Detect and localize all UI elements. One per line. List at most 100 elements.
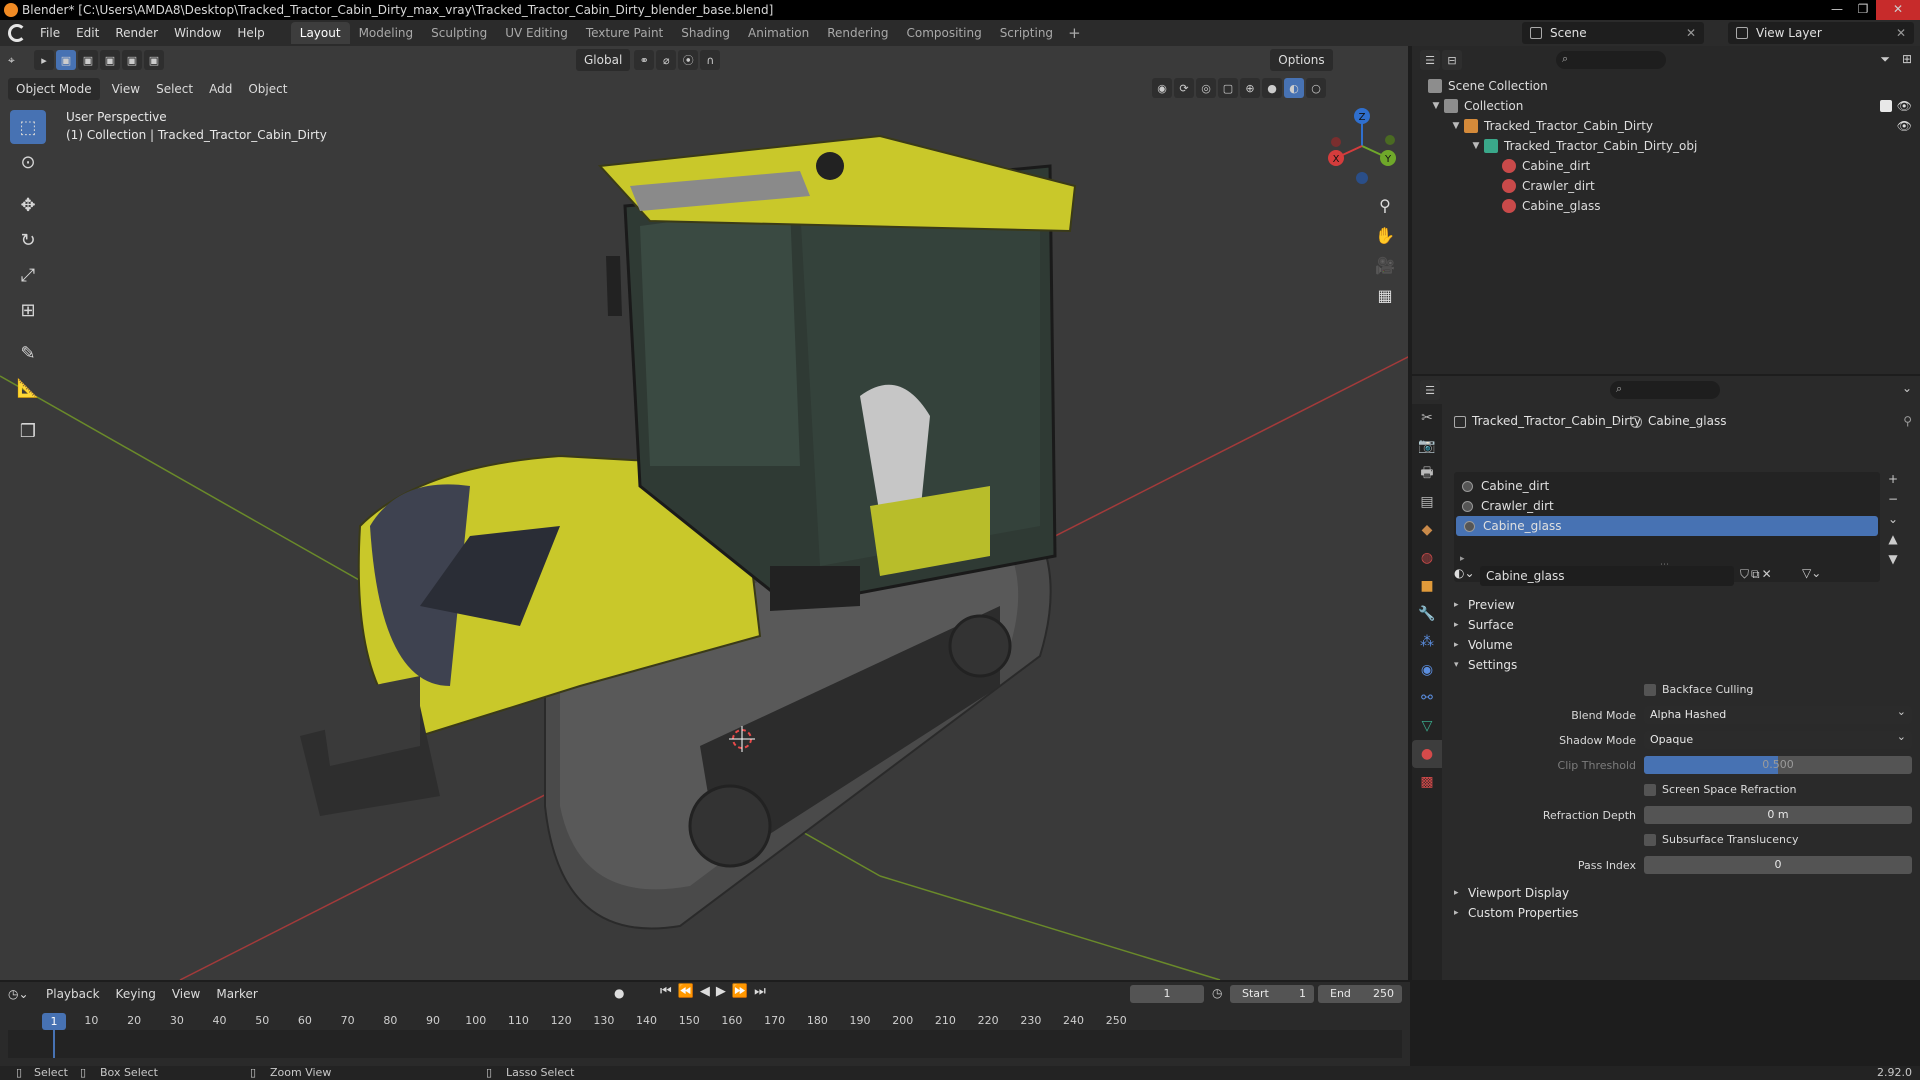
refraction-depth-field[interactable]: 0 m: [1644, 806, 1912, 824]
ortho-grid-icon[interactable]: ▦: [1372, 282, 1398, 308]
sss-checkbox[interactable]: [1644, 834, 1656, 846]
panel-preview[interactable]: ▸ Preview: [1454, 594, 1515, 616]
particles-tab-icon[interactable]: ⁂: [1412, 628, 1442, 656]
pass-index-field[interactable]: 0: [1644, 856, 1912, 874]
clip-threshold-slider[interactable]: 0.500: [1644, 756, 1912, 774]
tab-texture-paint[interactable]: Texture Paint: [577, 22, 672, 44]
rendered-shading-icon[interactable]: ○: [1306, 78, 1326, 98]
clock-icon[interactable]: ◷: [1212, 986, 1222, 1000]
move-down-button[interactable]: ▼: [1884, 550, 1902, 568]
menu-edit[interactable]: Edit: [68, 22, 107, 44]
jump-start-icon[interactable]: ⏮: [660, 984, 672, 999]
expand-arrow-icon[interactable]: ▼: [1430, 101, 1442, 111]
rotate-tool-icon[interactable]: ↻: [10, 223, 46, 257]
render-tab-icon[interactable]: 📷: [1412, 432, 1442, 460]
options-dropdown[interactable]: Options: [1270, 49, 1333, 71]
output-tab-icon[interactable]: 🖶: [1412, 460, 1442, 488]
remove-slot-button[interactable]: −: [1884, 490, 1902, 508]
ssr-checkbox[interactable]: [1644, 784, 1656, 796]
transform-orientation-dropdown[interactable]: Global: [576, 49, 631, 71]
menu-select[interactable]: Select: [148, 78, 201, 100]
record-icon[interactable]: ●: [614, 986, 624, 1000]
expand-arrow-icon[interactable]: ▼: [1470, 141, 1482, 151]
tab-shading[interactable]: Shading: [672, 22, 739, 44]
menu-file[interactable]: File: [32, 22, 68, 44]
material-slot[interactable]: Crawler_dirt: [1454, 496, 1880, 516]
outliner-item-object[interactable]: ▼ Tracked_Tractor_Cabin_Dirty 👁: [1412, 116, 1920, 136]
current-frame-field[interactable]: 1: [1130, 985, 1204, 1003]
browse-material-icon[interactable]: ◐⌄: [1454, 566, 1478, 586]
prev-keyframe-icon[interactable]: ⏪: [678, 984, 694, 999]
modifier-tab-icon[interactable]: 🔧: [1412, 600, 1442, 628]
tab-layout[interactable]: Layout: [290, 22, 350, 44]
zoom-icon[interactable]: ⚲: [1372, 192, 1398, 218]
tab-modeling[interactable]: Modeling: [350, 22, 423, 44]
outliner-item-mesh[interactable]: ▼ Tracked_Tractor_Cabin_Dirty_obj: [1412, 136, 1920, 156]
menu-add[interactable]: Add: [201, 78, 240, 100]
select-box-tool-icon[interactable]: ⬚: [10, 110, 46, 144]
scale-tool-icon[interactable]: ⤢: [10, 258, 46, 292]
outliner-item-collection[interactable]: ▼ Collection 👁: [1412, 96, 1920, 116]
panel-surface[interactable]: ▸ Surface: [1454, 614, 1514, 636]
camera-view-icon[interactable]: 🎥: [1372, 252, 1398, 278]
editor-type-icon[interactable]: ☰: [1420, 380, 1440, 400]
panel-custom-properties[interactable]: ▸ Custom Properties: [1454, 902, 1578, 924]
cursor-tool-icon[interactable]: ⊙: [10, 145, 46, 179]
visibility-icon[interactable]: ◉: [1152, 78, 1172, 98]
close-button[interactable]: ✕: [1876, 0, 1920, 20]
panel-viewport-display[interactable]: ▸ Viewport Display: [1454, 882, 1569, 904]
expand-arrow-icon[interactable]: ▼: [1450, 121, 1462, 131]
close-icon[interactable]: ✕: [1896, 26, 1906, 40]
select-box-subtract-icon[interactable]: ▣: [100, 50, 120, 70]
play-icon[interactable]: ▶: [716, 984, 726, 999]
expand-arrow-icon[interactable]: ▸: [1460, 554, 1465, 564]
play-reverse-icon[interactable]: ◀: [700, 984, 710, 999]
wireframe-shading-icon[interactable]: ⊕: [1240, 78, 1260, 98]
menu-playback[interactable]: Playback: [38, 983, 108, 1005]
chevron-down-icon[interactable]: ⌄: [1902, 381, 1912, 395]
menu-keying[interactable]: Keying: [108, 983, 164, 1005]
menu-marker[interactable]: Marker: [208, 983, 265, 1005]
transform-tool-icon[interactable]: ⊞: [10, 293, 46, 327]
menu-view[interactable]: View: [104, 78, 148, 100]
pin-icon[interactable]: ⚲: [1903, 414, 1912, 428]
select-box-extend-icon[interactable]: ▣: [78, 50, 98, 70]
view-layer-tab-icon[interactable]: ▤: [1412, 488, 1442, 516]
start-frame-field[interactable]: Start 1: [1230, 985, 1314, 1003]
view-layer-selector[interactable]: View Layer ✕: [1728, 22, 1914, 44]
playhead[interactable]: 1: [42, 1013, 66, 1030]
tool-tab-icon[interactable]: ✂: [1412, 404, 1442, 432]
outliner-item-material[interactable]: Crawler_dirt: [1412, 176, 1920, 196]
end-frame-field[interactable]: End 250: [1318, 985, 1402, 1003]
object-tab-icon[interactable]: ■: [1412, 572, 1442, 600]
gizmo-toggle-icon[interactable]: ⟳: [1174, 78, 1194, 98]
editor-type-icon[interactable]: ◷⌄: [0, 983, 38, 1005]
properties-search-input[interactable]: ⌕: [1610, 381, 1720, 399]
xray-icon[interactable]: ▢: [1218, 78, 1238, 98]
checkbox-icon[interactable]: [1880, 100, 1892, 112]
tab-compositing[interactable]: Compositing: [897, 22, 990, 44]
editor-type-icon[interactable]: ⌖: [0, 49, 34, 71]
node-filter-icon[interactable]: ▽⌄: [1802, 566, 1821, 580]
menu-help[interactable]: Help: [229, 22, 272, 44]
blender-logo-icon[interactable]: [8, 24, 26, 42]
material-slot-selected[interactable]: Cabine_glass: [1456, 516, 1878, 536]
world-tab-icon[interactable]: ◍: [1412, 544, 1442, 572]
snap-target-icon[interactable]: ⦿: [678, 50, 699, 70]
eye-icon[interactable]: 👁: [1897, 99, 1912, 113]
move-tool-icon[interactable]: ✥: [10, 188, 46, 222]
frame-ruler[interactable]: 10 20 30 40 50 60 70 80 90 100 110 120 130 140 150 160 1…: [8, 1012, 1402, 1030]
jump-end-icon[interactable]: ⏭: [754, 984, 766, 999]
3d-viewport[interactable]: ⌖ ▸ ▣ ▣ ▣ ▣ ▣ Global ⚭ ⌀ ⦿ ∩ Options Obj…: [0, 46, 1410, 980]
proportional-edit-icon[interactable]: ∩: [700, 50, 721, 70]
outliner-item-material[interactable]: Cabine_glass: [1412, 196, 1920, 216]
shadow-mode-dropdown[interactable]: Opaque: [1644, 728, 1912, 749]
move-up-button[interactable]: ▲: [1884, 530, 1902, 548]
add-slot-button[interactable]: +: [1884, 470, 1902, 488]
maximize-button[interactable]: ❐: [1850, 0, 1876, 20]
outliner-item-scene-collection[interactable]: Scene Collection: [1412, 76, 1920, 96]
measure-tool-icon[interactable]: 📐: [10, 371, 46, 405]
add-workspace-button[interactable]: +: [1062, 24, 1087, 42]
texture-tab-icon[interactable]: ▩: [1412, 768, 1442, 796]
data-tab-icon[interactable]: ▽: [1412, 712, 1442, 740]
